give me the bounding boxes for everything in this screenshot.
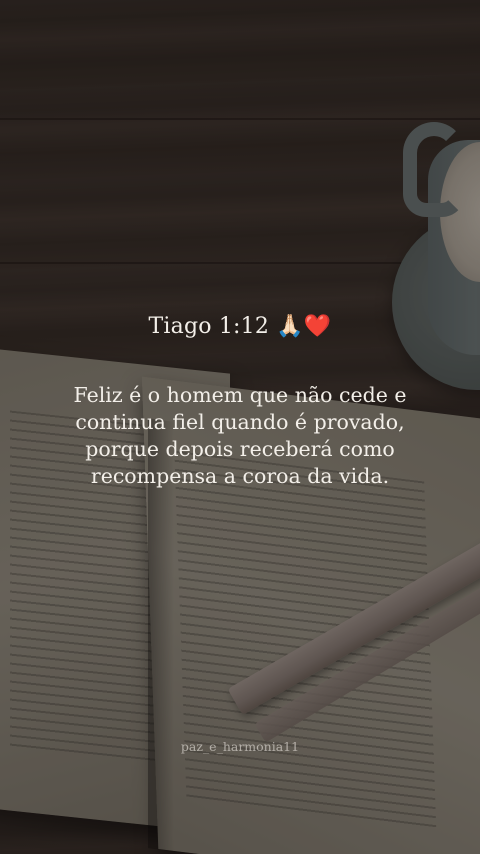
red-heart-icon: ❤️ bbox=[303, 314, 332, 339]
verse-line: porque depois receberá como bbox=[85, 437, 395, 461]
verse-reference-text: Tiago 1:12 bbox=[148, 314, 270, 339]
verse-line: continua fiel quando é provado, bbox=[75, 410, 405, 434]
watermark-username: paz_e_harmonia11 bbox=[180, 739, 300, 754]
praying-hands-icon: 🙏🏻 bbox=[276, 314, 304, 339]
story-canvas: Tiago 1:12 🙏🏻❤️ Feliz é o homem que não … bbox=[0, 0, 480, 854]
verse-reference: Tiago 1:12 🙏🏻❤️ bbox=[0, 314, 480, 339]
verse-line: Feliz é o homem que não cede e bbox=[73, 383, 407, 407]
verse-text: Feliz é o homem que não cede e continua … bbox=[30, 382, 450, 490]
verse-line: recompensa a coroa da vida. bbox=[90, 464, 390, 488]
